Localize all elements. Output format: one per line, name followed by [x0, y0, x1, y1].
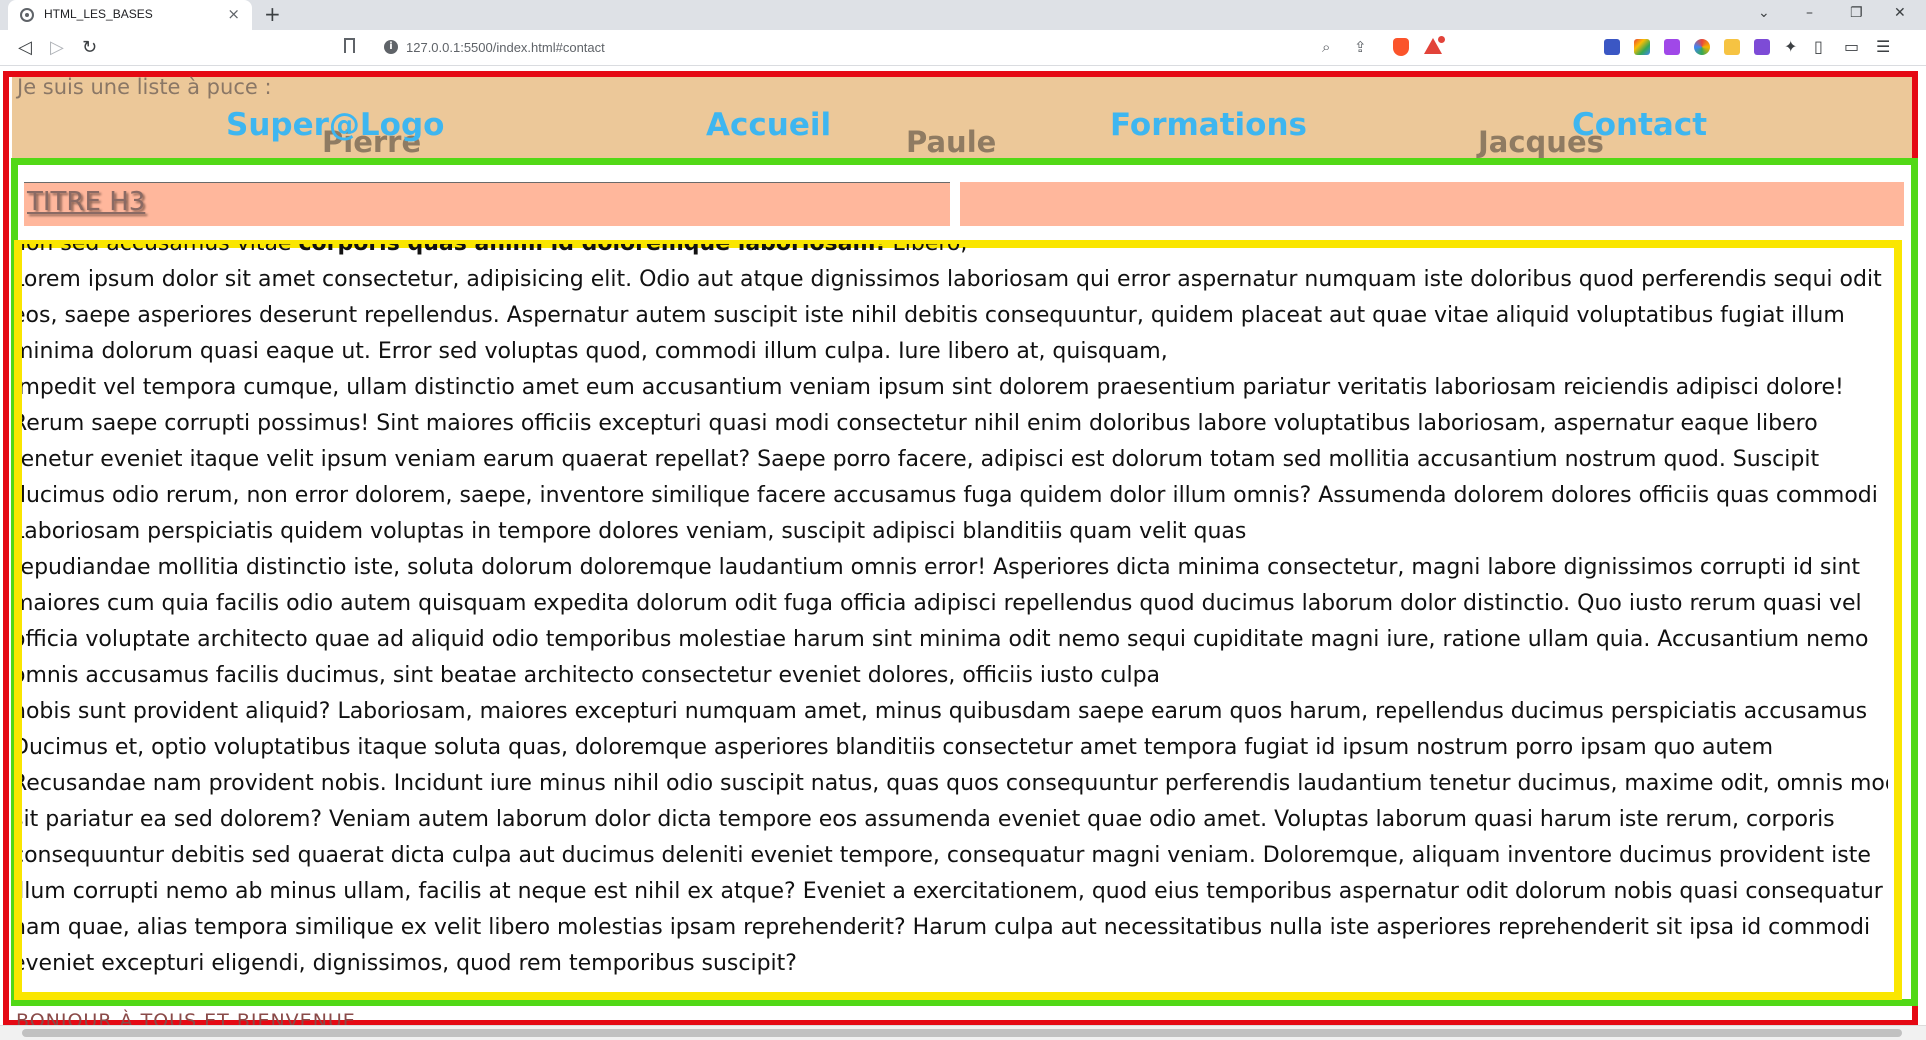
paragraph-line: non sed accusamus vitae corporis quas an…: [22, 244, 1888, 262]
url-field[interactable]: 127.0.0.1:5500/index.html#contact: [406, 40, 605, 55]
paragraph-line: tenetur eveniet itaque velit ipsum venia…: [22, 442, 1888, 478]
paragraph-line: eos, saepe asperiores deserunt repellend…: [22, 298, 1888, 334]
paragraph-line: Recusandae nam provident nobis. Incidunt…: [22, 766, 1888, 802]
paragraph-text: tenetur eveniet itaque velit ipsum venia…: [22, 447, 1820, 472]
zoom-icon[interactable]: ⌕: [1322, 38, 1330, 56]
paragraph-line: omnis accusamus facilis ducimus, sint be…: [22, 658, 1888, 694]
paragraph-text: consequuntur debitis sed quaerat dicta c…: [22, 843, 1871, 868]
paragraph-text: Rerum saepe corrupti possimus! Sint maio…: [22, 411, 1818, 436]
nav-link-accueil[interactable]: Accueil: [706, 107, 831, 143]
close-window-button[interactable]: ✕: [1894, 5, 1906, 21]
paragraph-text: Recusandae nam provident nobis. Incidunt…: [22, 771, 1888, 796]
scrollbar-thumb[interactable]: [22, 1029, 1902, 1037]
paragraph-text: minima dolorum quasi eaque ut. Error sed…: [22, 339, 1168, 364]
extension-icon[interactable]: [1754, 39, 1770, 55]
paragraph-text: omnis accusamus facilis ducimus, sint be…: [22, 663, 1161, 688]
extension-icon[interactable]: [1664, 39, 1680, 55]
paragraph-line: maiores cum quia facilis odio autem quis…: [22, 586, 1888, 622]
paragraph-line: eveniet excepturi eligendi, dignissimos,…: [22, 946, 1888, 982]
address-bar: ◁ ▷ ↻ i 127.0.0.1:5500/index.html#contac…: [0, 30, 1926, 66]
browser-tab[interactable]: HTML_LES_BASES ×: [8, 0, 252, 30]
menu-icon[interactable]: ☰: [1876, 37, 1890, 56]
back-button[interactable]: ◁: [18, 37, 32, 58]
paragraph-text: Laboriosam perspiciatis quidem voluptas …: [22, 519, 1247, 544]
paragraph-line: Laboriosam perspiciatis quidem voluptas …: [22, 514, 1888, 550]
paragraph-line: officia voluptate architecto quae ad ali…: [22, 622, 1888, 658]
paragraph-text: ducimus odio rerum, non error dolorem, s…: [22, 483, 1878, 508]
paragraph-text: Impedit vel tempora cumque, ullam distin…: [22, 375, 1844, 400]
share-icon[interactable]: ⇪: [1354, 38, 1367, 56]
paragraph-line: nobis sunt provident aliquid? Laboriosam…: [22, 694, 1888, 730]
extension-icon[interactable]: [1634, 39, 1650, 55]
paragraph-line: nam quae, alias tempora similique ex vel…: [22, 910, 1888, 946]
globe-icon: [20, 8, 34, 22]
paragraph-line: repudiandae mollitia distinctio iste, so…: [22, 550, 1888, 586]
nav-logo[interactable]: Super@Logo: [226, 107, 444, 143]
extension-icon[interactable]: [1694, 39, 1710, 55]
page-viewport: Je suis une liste à puce : Pierre Paule …: [0, 67, 1926, 1040]
minimize-button[interactable]: –: [1806, 5, 1813, 21]
browser-tab-strip: HTML_LES_BASES × + ⌄ – ❐ ✕: [0, 0, 1926, 30]
paragraph: non sed accusamus vitae corporis quas an…: [22, 244, 1888, 982]
paragraph-text: Ducimus et, optio voluptatibus itaque so…: [22, 735, 1774, 760]
h3-box: [24, 182, 950, 226]
list-item: Paule: [906, 125, 997, 159]
paragraph-text: maiores cum quia facilis odio autem quis…: [22, 591, 1862, 616]
brave-shields-icon[interactable]: [1393, 38, 1409, 56]
new-tab-button[interactable]: +: [264, 2, 281, 26]
bold-text: corporis quas animi id doloremque labori…: [298, 244, 885, 256]
paragraph-text: Lorem ipsum dolor sit amet consectetur, …: [22, 267, 1882, 292]
forward-button[interactable]: ▷: [50, 37, 64, 58]
paragraph-text: nam quae, alias tempora similique ex vel…: [22, 915, 1871, 940]
paragraph-text: sit pariatur ea sed dolorem? Veniam aute…: [22, 807, 1835, 832]
paragraph-line: Impedit vel tempora cumque, ullam distin…: [22, 370, 1888, 406]
horizontal-scrollbar[interactable]: [0, 1025, 1926, 1040]
wallet-icon[interactable]: ▭: [1844, 37, 1859, 56]
paragraph-line: sit pariatur ea sed dolorem? Veniam aute…: [22, 802, 1888, 838]
reload-button[interactable]: ↻: [82, 37, 97, 58]
paragraph-text: nobis sunt provident aliquid? Laboriosam…: [22, 699, 1868, 724]
paragraph-text: eos, saepe asperiores deserunt repellend…: [22, 303, 1845, 328]
site-info-icon[interactable]: i: [384, 40, 398, 54]
extension-icon[interactable]: [1724, 39, 1740, 55]
tab-close-icon[interactable]: ×: [227, 5, 240, 23]
tab-title: HTML_LES_BASES: [44, 7, 153, 21]
notification-badge: [1437, 35, 1446, 44]
extension-icon[interactable]: [1604, 39, 1620, 55]
paragraph-line: minima dolorum quasi eaque ut. Error sed…: [22, 334, 1888, 370]
paragraph-line: ducimus odio rerum, non error dolorem, s…: [22, 478, 1888, 514]
paragraph-line: illum corrupti nemo ab minus ullam, faci…: [22, 874, 1888, 910]
paragraph-line: Rerum saepe corrupti possimus! Sint maio…: [22, 406, 1888, 442]
paragraph-text: officia voluptate architecto quae ad ali…: [22, 627, 1869, 652]
paragraph-line: Ducimus et, optio voluptatibus itaque so…: [22, 730, 1888, 766]
paragraph-text: non sed accusamus vitae: [22, 244, 298, 256]
paragraph-text: repudiandae mollitia distinctio iste, so…: [22, 555, 1861, 580]
nav-link-formations[interactable]: Formations: [1110, 107, 1307, 143]
tab-search-icon[interactable]: ⌄: [1758, 5, 1770, 21]
paragraph-text: Libero,: [885, 244, 967, 256]
scrollable-text[interactable]: non sed accusamus vitae corporis quas an…: [22, 244, 1888, 992]
list-label: Je suis une liste à puce :: [17, 75, 272, 99]
extensions-puzzle-icon[interactable]: ✦: [1784, 37, 1797, 56]
paragraph-text: eveniet excepturi eligendi, dignissimos,…: [22, 951, 797, 976]
nav-link-contact[interactable]: Contact: [1572, 107, 1707, 143]
bookmark-icon[interactable]: [344, 38, 355, 53]
paragraph-line: Lorem ipsum dolor sit amet consectetur, …: [22, 262, 1888, 298]
section-title: TITRE H3: [27, 187, 146, 217]
h3-box: [960, 182, 1904, 226]
restore-button[interactable]: ❐: [1850, 5, 1863, 21]
paragraph-line: consequuntur debitis sed quaerat dicta c…: [22, 838, 1888, 874]
paragraph-text: illum corrupti nemo ab minus ullam, faci…: [22, 879, 1883, 904]
sidebar-icon[interactable]: ▯: [1814, 37, 1823, 56]
